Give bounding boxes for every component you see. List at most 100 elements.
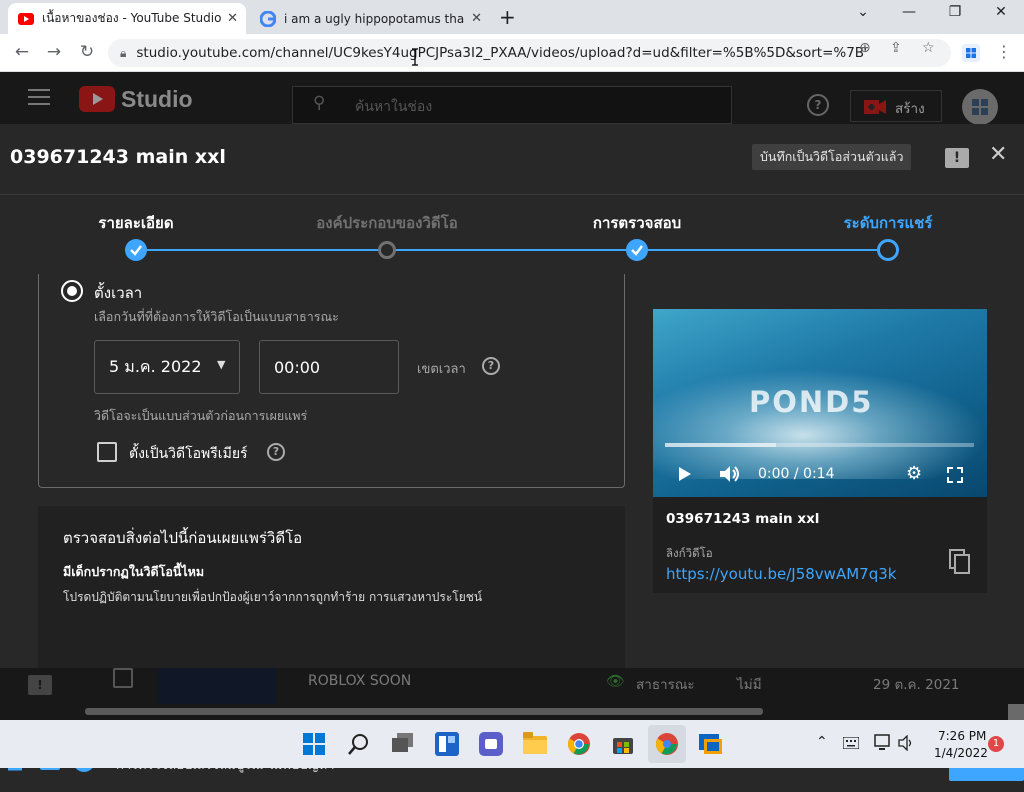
step-checks-check-icon[interactable] — [626, 239, 648, 261]
browser-tab-strip: เนื้อหาของช่อง - YouTube Studio ✕ i am a… — [0, 0, 1024, 34]
forward-arrow-icon[interactable]: → — [42, 42, 66, 62]
video-link[interactable]: https://youtu.be/J58vwAM7q3k — [666, 565, 896, 583]
checks-body: โปรดปฏิบัติตามนโยบายเพื่อปกป้องผู้เยาว์จ… — [63, 590, 483, 604]
google-favicon-icon — [260, 10, 276, 27]
reload-icon[interactable]: ↻ — [75, 42, 99, 62]
prepublish-checks-section: ตรวจสอบสิ่งต่อไปนี้ก่อนเผยแพร่วิดีโอ มีเ… — [38, 506, 625, 668]
feedback-icon[interactable]: ! — [945, 148, 969, 168]
premiere-label: ตั้งเป็นวิดีโอพรีเมียร์ — [129, 446, 248, 462]
fullscreen-icon[interactable] — [947, 467, 963, 483]
upload-stepper: รายละเอียด องค์ประกอบของวิดีโอ การตรวจสอ… — [0, 194, 1024, 274]
step-details-check-icon[interactable] — [125, 239, 147, 261]
browser-toolbar: ← → ↻ 🔒︎ studio.youtube.com/channel/UC9k… — [0, 34, 1024, 72]
time-input[interactable]: 00:00 — [259, 340, 399, 394]
row-checkbox[interactable] — [113, 668, 133, 688]
row-restrictions: ไม่มี — [737, 677, 762, 693]
close-window-button[interactable]: ✕ — [978, 4, 1024, 20]
hamburger-menu-icon[interactable] — [28, 89, 50, 105]
youtube-logo-icon[interactable] — [79, 86, 115, 116]
private-note: วิดีโอจะเป็นแบบส่วนตัวก่อนการเผยแพร่ — [94, 408, 308, 423]
eye-icon: 👁︎ — [606, 672, 626, 690]
watermark: POND5 — [749, 385, 874, 419]
comments-icon[interactable]: ! — [28, 675, 52, 695]
widgets-icon[interactable] — [435, 732, 459, 756]
create-button[interactable]: สร้าง — [850, 90, 942, 122]
tab-google-search[interactable]: i am a ugly hippopotamus that n ✕ — [250, 3, 490, 34]
chevron-up-icon[interactable]: ⌃ — [816, 734, 828, 750]
bookmark-star-icon[interactable]: ☆ — [922, 40, 935, 56]
back-arrow-icon[interactable]: ← — [10, 42, 34, 62]
keyboard-icon[interactable] — [843, 737, 859, 749]
network-icon[interactable] — [874, 734, 892, 752]
copy-icon[interactable] — [949, 549, 971, 575]
address-bar[interactable]: 🔒︎ studio.youtube.com/channel/UC9kesY4ug… — [108, 39, 951, 67]
video-camera-icon — [864, 100, 886, 114]
chrome-profile-icon — [656, 733, 678, 755]
step-video-elements-label[interactable]: องค์ประกอบของวิดีโอ — [316, 211, 457, 235]
clock-time[interactable]: 7:26 PM — [938, 729, 986, 743]
step-checks-label[interactable]: การตรวจสอบ — [593, 211, 681, 235]
schedule-label: ตั้งเวลา — [94, 284, 143, 302]
row-date: 29 ต.ค. 2021 — [873, 677, 960, 693]
search-icon: ⚲ — [313, 93, 326, 113]
close-dialog-icon[interactable]: ✕ — [989, 142, 1007, 167]
windows-start-icon[interactable] — [303, 733, 325, 755]
profile-icon[interactable] — [962, 44, 980, 62]
date-picker[interactable]: 5 ม.ค. 2022 ▼ — [94, 340, 240, 394]
step-visibility-dot[interactable] — [877, 239, 899, 261]
tab-youtube-studio[interactable]: เนื้อหาของช่อง - YouTube Studio ✕ — [8, 3, 246, 34]
video-time: 0:00 / 0:14 — [758, 466, 835, 482]
search-icon[interactable] — [347, 732, 371, 756]
row-title[interactable]: ROBLOX SOON — [308, 673, 411, 689]
avatar[interactable] — [962, 89, 998, 125]
step-video-elements-dot[interactable] — [378, 241, 396, 259]
close-tab-icon[interactable]: ✕ — [227, 11, 238, 26]
lock-icon: 🔒︎ — [120, 45, 127, 60]
step-visibility-label[interactable]: ระดับการแชร์ — [844, 211, 933, 235]
volume-icon[interactable] — [719, 464, 741, 484]
search-placeholder: ค้นหาในช่อง — [355, 99, 433, 115]
row-thumbnail[interactable] — [158, 668, 276, 704]
zoom-icon[interactable]: ⊕ — [859, 40, 871, 56]
premiere-help-icon[interactable]: ? — [267, 443, 285, 461]
premiere-checkbox[interactable] — [97, 442, 117, 462]
minimize-button[interactable]: — — [886, 4, 932, 20]
file-explorer-icon[interactable] — [523, 732, 547, 754]
notification-badge[interactable]: 1 — [988, 736, 1004, 752]
taskbar: ⌃ 7:26 PM 1/4/2022 1 — [0, 720, 1024, 768]
clock-date[interactable]: 1/4/2022 — [934, 746, 988, 760]
timezone-help-icon[interactable]: ? — [482, 357, 500, 375]
play-icon[interactable] — [678, 466, 692, 482]
schedule-section: ตั้งเวลา เลือกวันที่ที่ต้องการให้วิดีโอเ… — [38, 274, 625, 488]
video-title: 039671243 main xxl — [666, 511, 820, 527]
browser-menu-icon[interactable]: ⋮ — [996, 42, 1012, 61]
video-preview-card: POND5 0:00 / 0:14 ⚙ 039671243 main xxl ล… — [653, 309, 987, 593]
horizontal-scrollbar[interactable] — [85, 708, 763, 715]
row-visibility: สาธารณะ — [636, 677, 695, 693]
new-tab-button[interactable]: + — [499, 5, 516, 29]
schedule-radio[interactable] — [61, 280, 83, 302]
share-icon[interactable]: ⇪ — [890, 40, 902, 56]
volume-icon[interactable] — [898, 735, 914, 751]
vertical-scrollbar[interactable] — [1008, 704, 1024, 720]
help-icon[interactable]: ? — [807, 94, 829, 116]
teams-chat-icon[interactable] — [479, 732, 503, 756]
studio-logo-text: Studio — [121, 86, 193, 112]
studio-header: Studio ⚲ ค้นหาในช่อง ? สร้าง — [0, 72, 1024, 125]
video-player[interactable]: POND5 0:00 / 0:14 ⚙ — [653, 309, 987, 497]
restore-button[interactable]: ❐ — [932, 4, 978, 20]
seek-bar[interactable] — [665, 443, 974, 447]
step-details-label[interactable]: รายละเอียด — [98, 211, 173, 235]
text-cursor-icon — [412, 48, 418, 66]
active-chrome-taskbar-item[interactable] — [648, 725, 686, 763]
task-view-icon[interactable] — [391, 733, 415, 755]
close-tab-icon[interactable]: ✕ — [471, 11, 482, 26]
studio-search-input[interactable]: ⚲ ค้นหาในช่อง — [292, 86, 732, 124]
create-label: สร้าง — [895, 101, 925, 117]
chevron-down-icon[interactable]: ⌄ — [840, 4, 886, 20]
chrome-icon[interactable] — [567, 732, 591, 756]
remote-desktop-icon[interactable] — [699, 732, 723, 756]
stepper-line — [136, 249, 888, 251]
settings-gear-icon[interactable]: ⚙ — [906, 463, 922, 484]
store-icon[interactable] — [611, 732, 635, 756]
